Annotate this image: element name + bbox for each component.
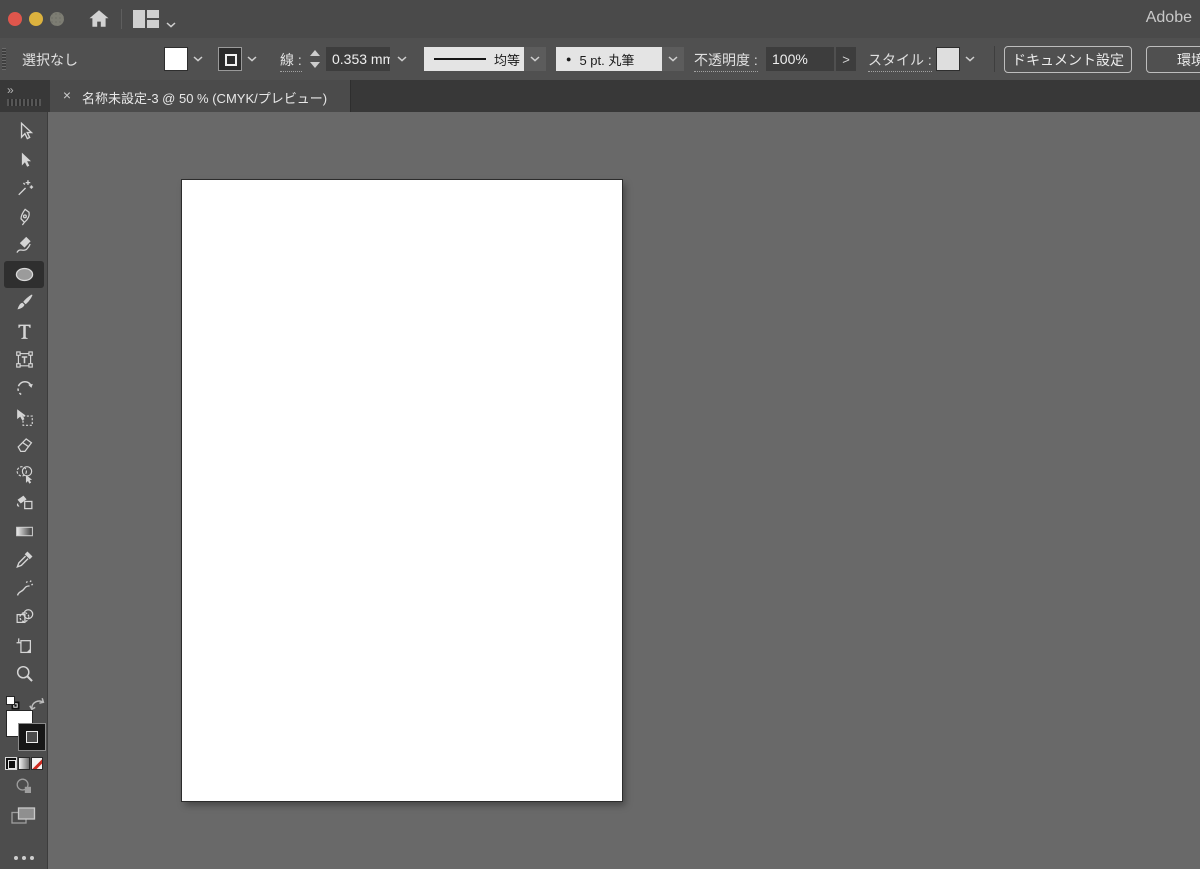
direct-selection-tool[interactable] (4, 147, 44, 174)
opacity-input[interactable]: 100% (766, 47, 834, 71)
eyedropper-tool[interactable] (4, 546, 44, 573)
gradient-button[interactable] (18, 757, 30, 770)
arrange-pane-bottom (147, 20, 159, 28)
symbol-sprayer-tool[interactable] (4, 575, 44, 602)
style-chevron-icon[interactable] (960, 47, 980, 71)
blend-tool[interactable] (4, 603, 44, 630)
stroke-ring-icon (225, 54, 237, 66)
stroke-color-chevron-icon[interactable] (242, 47, 262, 71)
brush-chevron-icon[interactable] (662, 47, 684, 71)
brush-dropdown[interactable]: ● 5 pt. 丸筆 (556, 47, 662, 71)
free-transform-tool[interactable] (4, 404, 44, 431)
default-fill-stroke-icon[interactable] (5, 695, 21, 711)
color-button-inner (8, 760, 16, 769)
type-tool[interactable] (4, 318, 44, 345)
zoom-window-button[interactable] (50, 12, 64, 26)
stroke-weight-chevron-icon[interactable] (392, 47, 412, 71)
brush-preview-dot: ● (566, 54, 572, 64)
tools-panel (0, 112, 48, 869)
fill-color-swatch[interactable] (164, 47, 188, 71)
rotate-tool[interactable] (4, 375, 44, 402)
adobe-brand-label: Adobe (1145, 9, 1192, 26)
control-bar-grip[interactable] (2, 48, 6, 70)
close-window-button[interactable] (8, 12, 22, 26)
toolbar-expand-button[interactable]: » (7, 83, 15, 97)
edit-toolbar-ellipsis-icon[interactable] (0, 847, 48, 865)
titlebar-divider (121, 9, 122, 29)
stroke-proxy-hole (26, 731, 38, 743)
curvature-tool[interactable] (4, 232, 44, 259)
touch-type-tool[interactable] (4, 346, 44, 373)
document-tab[interactable]: × 名称未設定-3 @ 50 % (CMYK/プレビュー) (50, 80, 351, 112)
preferences-button[interactable]: 環境設定 (1146, 46, 1200, 73)
color-button[interactable] (5, 757, 17, 770)
width-profile-value: 均等 (494, 52, 521, 68)
width-profile-chevron-icon[interactable] (524, 47, 546, 71)
arrange-pane-top (147, 10, 159, 18)
none-button[interactable] (31, 757, 43, 770)
arrange-documents-icon[interactable] (133, 10, 159, 28)
document-setup-button[interactable]: ドキュメント設定 (1004, 46, 1132, 73)
document-tab-bar: » × 名称未設定-3 @ 50 % (CMYK/プレビュー) (0, 80, 1200, 112)
gradient-tool[interactable] (4, 518, 44, 545)
arrange-pane-left (133, 10, 145, 28)
control-bar: 選択なし 線 : 0.353 mm 均等 ● 5 pt. 丸筆 不透明度 : 1… (0, 38, 1200, 81)
shape-builder-tool[interactable] (4, 461, 44, 488)
stroke-color-swatch[interactable] (218, 47, 242, 71)
graphic-style-swatch[interactable] (936, 47, 960, 71)
magic-wand-tool[interactable] (4, 175, 44, 202)
brush-value: 5 pt. 丸筆 (579, 52, 635, 68)
opacity-panel-link[interactable]: 不透明度 : (694, 50, 758, 72)
drawing-mode-button[interactable] (14, 776, 34, 796)
opacity-more-options-button[interactable]: > (836, 47, 856, 71)
tab-title: 名称未設定-3 @ 50 % (CMYK/プレビュー) (82, 91, 328, 106)
stroke-proxy-swatch[interactable] (19, 724, 45, 750)
stroke-panel-link[interactable]: 線 : (280, 50, 302, 72)
chevron-down-icon[interactable] (166, 15, 178, 28)
stroke-weight-input[interactable]: 0.353 mm (326, 47, 390, 71)
title-bar: Adobe (0, 0, 1200, 39)
swap-fill-stroke-icon[interactable] (29, 696, 46, 711)
width-profile-dropdown[interactable]: 均等 (424, 47, 524, 71)
width-profile-preview-line (434, 58, 486, 60)
screen-mode-button[interactable] (10, 806, 37, 827)
artboard-tool[interactable] (4, 632, 44, 659)
live-paint-bucket-tool[interactable] (4, 489, 44, 516)
none-slash-icon (32, 758, 42, 769)
selection-tool[interactable] (4, 118, 44, 145)
paintbrush-tool[interactable] (4, 289, 44, 316)
style-panel-link[interactable]: スタイル : (868, 50, 932, 72)
control-bar-divider (994, 46, 995, 72)
pen-tool[interactable] (4, 204, 44, 231)
toolbar-drag-grip[interactable] (7, 99, 41, 106)
home-icon[interactable] (86, 7, 112, 31)
zoom-tool[interactable] (4, 660, 44, 687)
stroke-weight-stepper[interactable] (309, 49, 321, 69)
eraser-tool[interactable] (4, 432, 44, 459)
ellipse-tool[interactable] (4, 260, 44, 288)
selection-status-label: 選択なし (22, 52, 78, 68)
artboard[interactable] (182, 180, 622, 801)
fill-color-chevron-icon[interactable] (188, 47, 208, 71)
tab-close-icon[interactable]: × (60, 87, 74, 103)
minimize-window-button[interactable] (29, 12, 43, 26)
